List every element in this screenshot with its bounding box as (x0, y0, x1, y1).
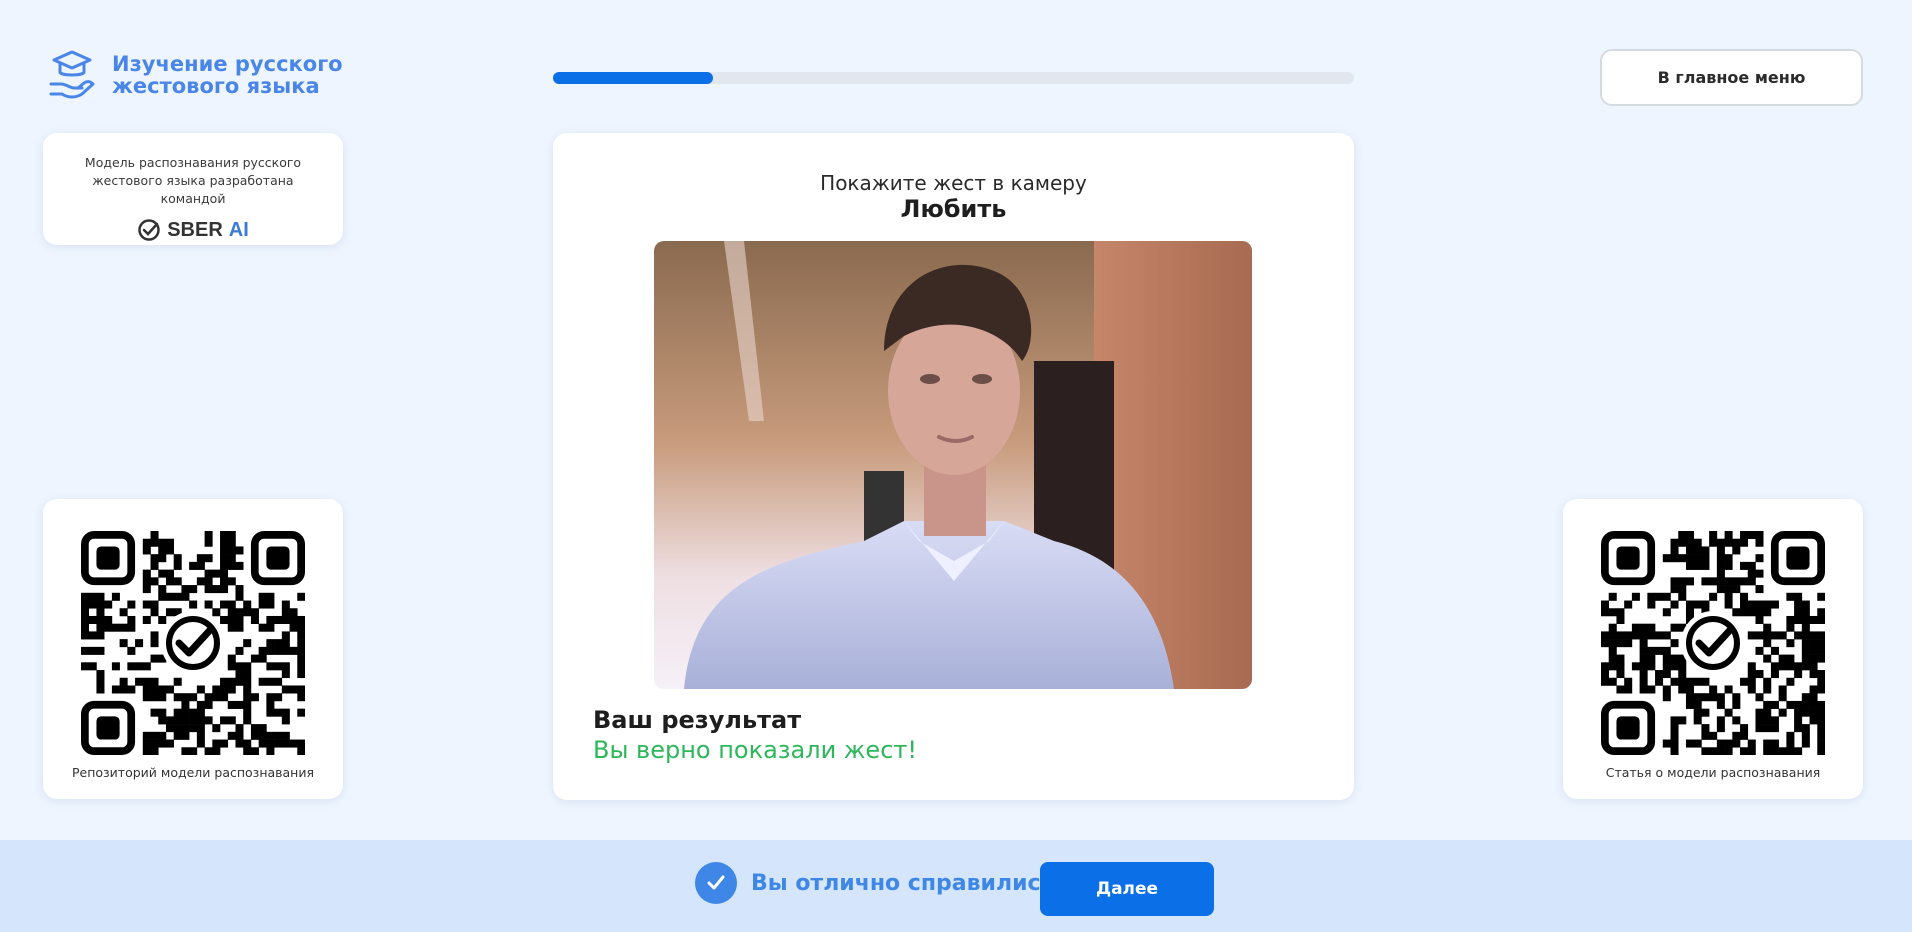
exercise-card: Покажите жест в камеру Любить Ваш резуль… (553, 133, 1354, 800)
app-title-line2: жестового языка (112, 74, 320, 98)
repository-qr-code[interactable] (81, 531, 305, 755)
repository-qr-card[interactable]: Репозиторий модели распознавания (43, 499, 343, 799)
credits-text: Модель распознавания русского жестового … (84, 155, 302, 206)
article-qr-caption: Статья о модели распознавания (1605, 765, 1821, 780)
qr-finder-pattern (1601, 700, 1656, 755)
next-button[interactable]: Далее (1040, 862, 1214, 916)
app-logo: Изучение русского жестового языка (48, 48, 343, 102)
sber-brand-suffix: AI (228, 218, 249, 241)
qr-finder-pattern (81, 531, 136, 586)
result-title: Ваш результат (593, 706, 802, 734)
qr-finder-pattern (81, 700, 136, 755)
app-title-line1: Изучение русского (112, 52, 343, 76)
sber-ai-logo: SBER AI (43, 218, 343, 242)
qr-finder-pattern (250, 531, 305, 586)
instruction-text: Покажите жест в камеру (820, 171, 1087, 195)
sber-check-icon (138, 219, 160, 241)
check-circle-icon (695, 862, 737, 904)
footer-message-text: Вы отлично справились! (751, 870, 1065, 896)
credits-card: Модель распознавания русского жестового … (43, 133, 343, 245)
article-qr-card[interactable]: Статья о модели распознавания (1563, 499, 1863, 799)
sber-brand: SBER (167, 218, 223, 241)
graduation-cap-hand-icon (49, 50, 95, 99)
footer-bar: Вы отлично справились! Далее (0, 840, 1912, 932)
lesson-progress-fill (553, 72, 714, 84)
result-text: Вы верно показали жест! (593, 736, 917, 764)
qr-finder-pattern (1770, 531, 1825, 586)
camera-feed (654, 241, 1252, 689)
footer-success-message: Вы отлично справились! (695, 862, 1064, 904)
repository-qr-caption: Репозиторий модели распознавания (71, 765, 314, 780)
app-title: Изучение русского жестового языка (112, 53, 343, 97)
article-qr-code[interactable] (1601, 531, 1825, 755)
main-menu-button[interactable]: В главное меню (1600, 49, 1863, 106)
gesture-word: Любить (900, 195, 1007, 223)
lesson-progress-bar (553, 72, 1354, 84)
qr-finder-pattern (1601, 531, 1656, 586)
